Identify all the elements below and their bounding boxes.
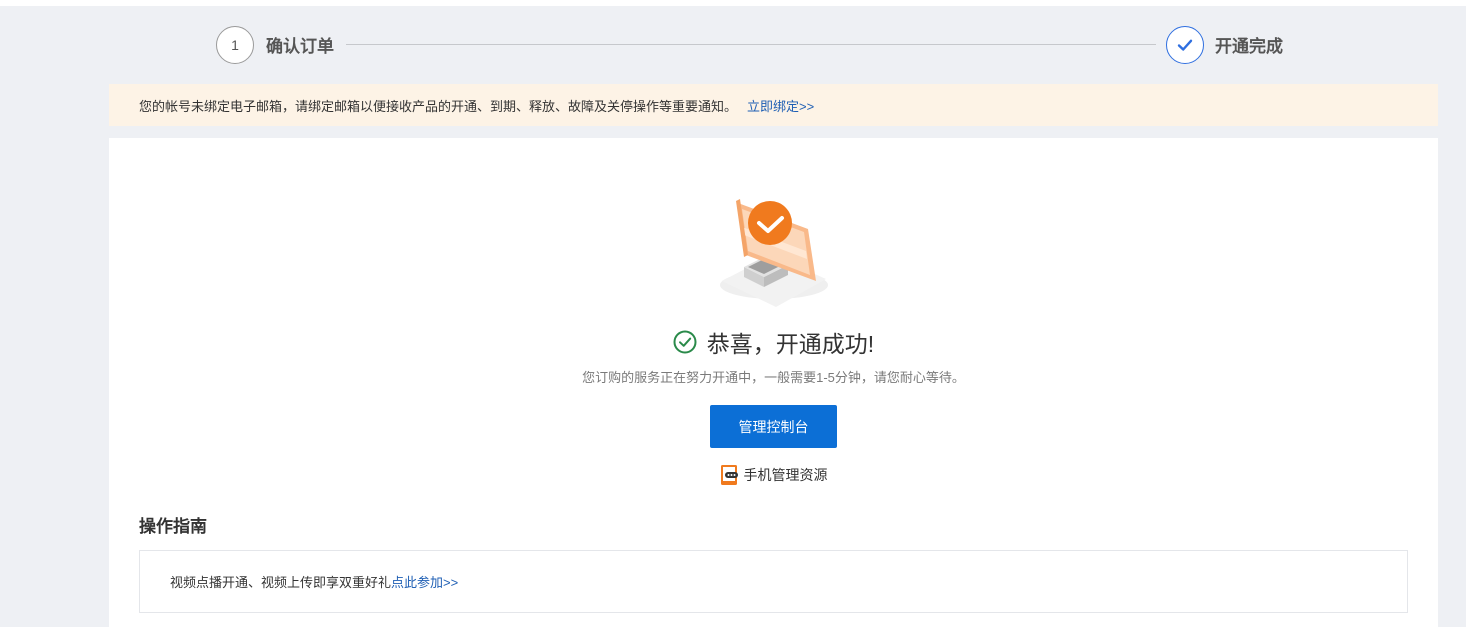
success-heading: 恭喜，开通成功! xyxy=(109,325,1438,359)
guide-list: 视频点播开通、视频上传即享双重好礼 点此参加>> xyxy=(139,550,1408,613)
mobile-manage-link[interactable]: 手机管理资源 xyxy=(109,463,1438,487)
guide-join-link[interactable]: 点此参加>> xyxy=(391,572,458,591)
guide-item-text: 视频点播开通、视频上传即享双重好礼 xyxy=(170,575,392,590)
mobile-manage-label: 手机管理资源 xyxy=(743,467,828,483)
step-2-circle xyxy=(1166,26,1204,64)
right-strip xyxy=(1466,0,1471,627)
check-icon xyxy=(1177,39,1193,51)
step-connector-line xyxy=(346,44,1156,45)
email-binding-notice: 您的帐号未绑定电子邮箱，请绑定邮箱以便接收产品的开通、到期、释放、故障及关停操作… xyxy=(109,84,1438,126)
step-1-number: 1 xyxy=(231,37,239,53)
check-circle-icon xyxy=(673,330,697,354)
bind-email-link[interactable]: 立即绑定>> xyxy=(747,96,814,115)
step-1-circle: 1 xyxy=(216,26,254,64)
mobile-app-icon xyxy=(720,465,738,485)
step-1-label: 确认订单 xyxy=(266,37,334,56)
notice-text: 您的帐号未绑定电子邮箱，请绑定邮箱以便接收产品的开通、到期、释放、故障及关停操作… xyxy=(139,98,738,114)
step-2-label: 开通完成 xyxy=(1215,37,1283,56)
success-subtitle: 您订购的服务正在努力开通中，一般需要1-5分钟，请您耐心等待。 xyxy=(582,370,965,385)
guide-title: 操作指南 xyxy=(139,517,207,536)
success-monitor-illustration xyxy=(720,199,828,307)
result-card: 恭喜，开通成功! 您订购的服务正在努力开通中，一般需要1-5分钟，请您耐心等待。… xyxy=(109,138,1438,627)
success-title: 恭喜，开通成功! xyxy=(706,331,875,357)
manage-console-button[interactable]: 管理控制台 xyxy=(710,405,837,448)
progress-steps: 1 确认订单 开通完成 xyxy=(0,6,1471,84)
